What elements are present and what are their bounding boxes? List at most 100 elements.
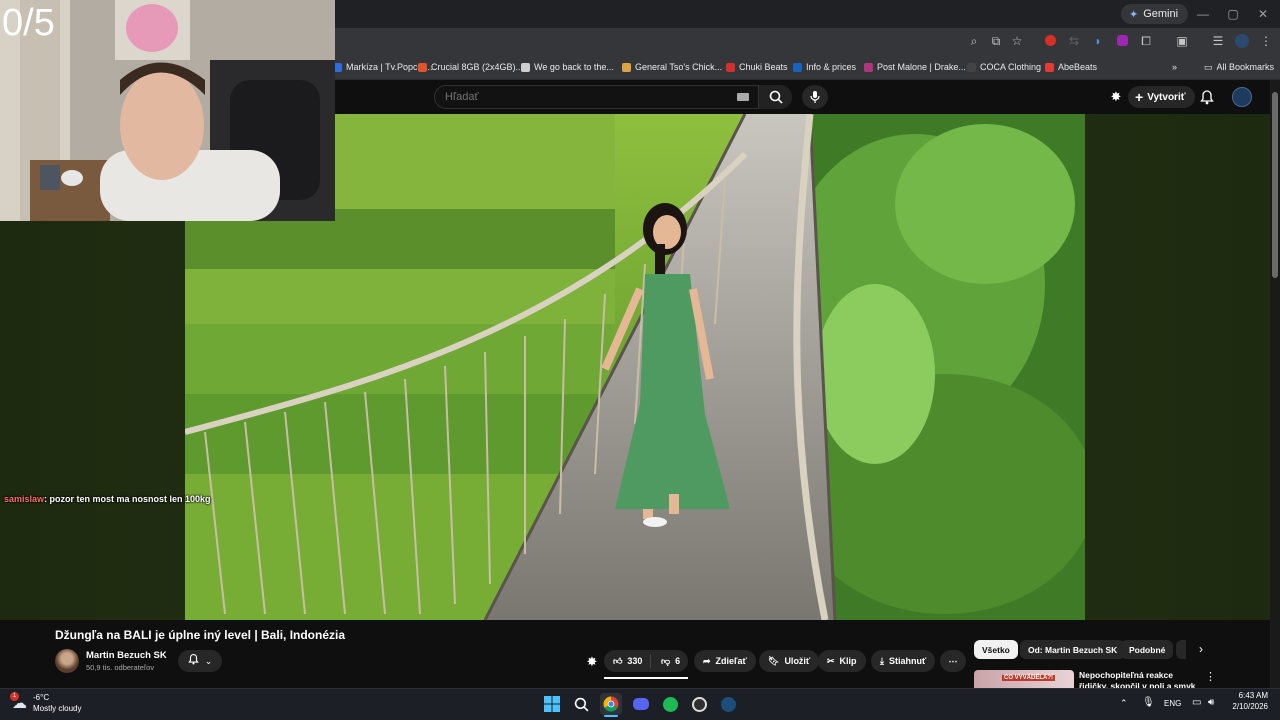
chevron-down-icon: ⌄	[204, 655, 213, 666]
search-icon	[769, 90, 783, 104]
minimize-icon[interactable]: —	[1188, 5, 1218, 23]
account-avatar[interactable]	[1232, 87, 1252, 107]
sidepanel-icon[interactable]: ▣	[1174, 33, 1190, 49]
chat-username: samislaw	[4, 494, 45, 504]
reading-list-icon[interactable]: ☰	[1210, 33, 1226, 49]
clock[interactable]: 6:43 AM 2/10/2026	[1222, 690, 1268, 712]
tray-volume-icon[interactable]: 🔊︎	[1208, 697, 1214, 708]
bookmark-item[interactable]: General Tso's Chick...	[622, 60, 722, 74]
share-arrow-icon: ➦	[703, 655, 711, 666]
chat-message: samislaw: pozor ten most ma nosnost len …	[4, 494, 211, 504]
active-app-indicator	[604, 715, 618, 717]
maximize-icon[interactable]: ▢	[1218, 5, 1248, 23]
like-button[interactable]: 👍︎ 330	[604, 650, 651, 672]
dislike-button[interactable]: 👎︎ 6	[652, 650, 689, 672]
related-video-title[interactable]: Nepochopiteľná reakce řidičky, skončil v…	[1079, 670, 1199, 688]
thumbs-down-icon: 👎︎	[661, 655, 671, 666]
chevron-right-icon[interactable]: ›	[1194, 642, 1208, 656]
bookmark-item[interactable]: Info & prices	[793, 60, 856, 74]
chip-from-channel[interactable]: Od: Martin Bezuch SK	[1020, 640, 1126, 659]
folder-icon: ▭	[1204, 61, 1213, 72]
ask-ai-icon[interactable]: ✸	[584, 654, 600, 670]
like-count: 330	[627, 656, 643, 666]
bookmark-item[interactable]: We go back to the...	[521, 60, 614, 74]
bookmark-favicon-icon	[521, 62, 530, 72]
gemini-label: Gemini	[1143, 8, 1179, 20]
weather-widget[interactable]: ☁ 1 -6°C Mostly cloudy	[10, 692, 82, 714]
tray-mic-icon[interactable]: 🎙︎	[1142, 697, 1155, 708]
like-divider	[650, 654, 651, 668]
channel-name[interactable]: Martin Bezuch SK	[86, 650, 167, 661]
windows-start-icon[interactable]	[541, 693, 563, 715]
bookmark-item[interactable]: COCA Clothing	[967, 60, 1041, 74]
clock-date: 2/10/2026	[1232, 702, 1268, 711]
discord-taskbar-icon[interactable]	[630, 693, 652, 715]
chat-text: : pozor ten most ma nosnost len 100kg	[44, 494, 211, 504]
subscription-bell-button[interactable]: ⌄	[178, 650, 222, 672]
subscriber-count: 50,9 tis. odberateľov	[86, 663, 155, 672]
extension-purple-icon[interactable]	[1114, 33, 1130, 49]
spotify-taskbar-icon[interactable]	[659, 693, 681, 715]
search-button[interactable]	[758, 85, 792, 109]
save-button[interactable]: 🔖︎ Uložiť	[759, 650, 820, 672]
weather-condition: Mostly cloudy	[33, 704, 82, 713]
chip-related[interactable]: Podobné	[1121, 640, 1174, 659]
share-button[interactable]: ➦ Zdieľať	[694, 650, 756, 672]
language-indicator[interactable]: ENG	[1164, 699, 1181, 708]
chip-all[interactable]: Všetko	[974, 640, 1018, 659]
more-horizontal-icon: ⋯	[948, 655, 958, 666]
zoom-icon[interactable]: ⌕	[966, 33, 982, 49]
bookmark-item[interactable]: Crucial 8GB (2x4GB)...	[418, 60, 523, 74]
create-button[interactable]: + Vytvoriť	[1128, 86, 1195, 108]
extension-sync-icon[interactable]: ⇆	[1066, 33, 1082, 49]
chrome-taskbar-icon[interactable]	[600, 693, 622, 715]
close-icon[interactable]: ✕	[1248, 5, 1278, 23]
bookmark-item[interactable]: Chuki Beats	[726, 60, 788, 74]
notifications-bell-icon[interactable]	[1200, 89, 1216, 105]
download-label: Stiahnuť	[888, 656, 927, 666]
clip-button[interactable]: ✂ Klip	[818, 650, 866, 672]
chrome-menu-icon[interactable]: ⋮	[1258, 33, 1274, 49]
scrollbar-thumb[interactable]	[1272, 92, 1278, 278]
channel-avatar[interactable]	[55, 649, 79, 673]
like-underline	[604, 677, 688, 679]
extension-wave-icon[interactable]: ◗	[1090, 33, 1106, 49]
search-input[interactable]	[435, 91, 735, 103]
bookmark-item[interactable]: Post Malone | Drake...	[864, 60, 966, 74]
bookmark-item[interactable]: AbeBeats	[1045, 60, 1097, 74]
related-more-icon[interactable]: ⋮	[1205, 670, 1216, 684]
install-app-icon[interactable]: ⧉	[988, 33, 1004, 49]
tray-overflow-icon[interactable]: ⌃	[1120, 698, 1128, 709]
bookmark-favicon-icon	[967, 62, 976, 72]
keyboard-icon[interactable]	[737, 93, 749, 101]
bell-icon	[187, 652, 199, 670]
bookmark-star-icon[interactable]: ☆	[1009, 33, 1025, 49]
thumbs-up-icon: 👍︎	[613, 655, 623, 666]
gemini-button[interactable]: ✦ Gemini	[1121, 4, 1189, 24]
obs-taskbar-icon[interactable]	[688, 693, 710, 715]
more-actions-button[interactable]: ⋯	[940, 650, 966, 672]
all-bookmarks-button[interactable]: ▭ All Bookmarks	[1204, 60, 1274, 74]
related-video-thumbnail[interactable]: CO VYVÁDĚLA?!	[974, 670, 1074, 688]
related-thumb-text: CO VYVÁDĚLA?!	[1002, 675, 1056, 681]
bookmark-favicon-icon	[726, 62, 735, 72]
share-label: Zdieľať	[715, 656, 747, 666]
chip-overflow[interactable]	[1176, 640, 1186, 659]
profile-avatar-icon[interactable]	[1234, 33, 1250, 49]
voice-search-button[interactable]	[802, 85, 828, 109]
extension-red-icon[interactable]	[1042, 33, 1058, 49]
bookmark-label: AbeBeats	[1058, 62, 1098, 72]
steam-taskbar-icon[interactable]	[717, 693, 739, 715]
download-icon: ⤓	[880, 655, 884, 666]
tray-network-icon[interactable]: ▭	[1192, 697, 1201, 708]
bookmark-label: Post Malone | Drake...	[877, 62, 966, 72]
ai-sparkle-icon[interactable]: ✸	[1108, 89, 1124, 105]
bookmarks-overflow-icon[interactable]: »	[1172, 60, 1177, 74]
search-taskbar-icon[interactable]	[570, 693, 592, 715]
weather-badge: 1	[10, 692, 19, 701]
create-label: Vytvoriť	[1147, 91, 1186, 103]
download-button[interactable]: ⤓ Stiahnuť	[871, 650, 936, 672]
extensions-puzzle-icon[interactable]: ⧠	[1138, 33, 1154, 49]
bookmark-label: COCA Clothing	[980, 62, 1042, 72]
clock-time: 6:43 AM	[1238, 691, 1268, 700]
